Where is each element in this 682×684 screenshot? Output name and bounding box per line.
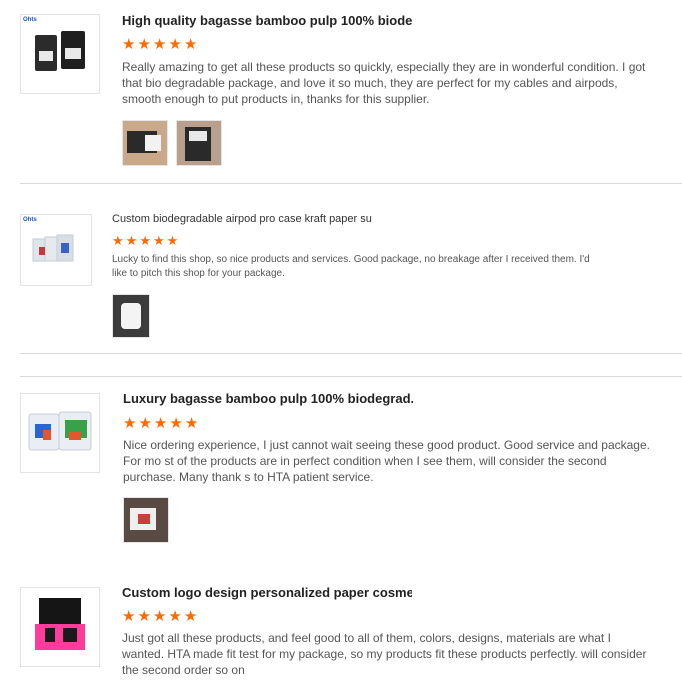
brand-logo: Ohts	[23, 17, 37, 23]
product-title[interactable]: Custom biodegradable airpod pro case kra…	[112, 213, 372, 225]
star-icon: ★	[153, 415, 168, 432]
pink-box-icon	[35, 598, 85, 650]
star-icon: ★	[137, 608, 151, 625]
review-item: Ohts Custom biodegradable airpod pro cas…	[0, 184, 682, 354]
review-photo[interactable]	[123, 497, 169, 543]
star-icon: ★	[125, 233, 138, 248]
review-text: Nice ordering experience, I just cannot …	[123, 438, 650, 484]
star-icon: ★	[139, 233, 151, 248]
star-icon: ★	[152, 233, 165, 248]
review-photo[interactable]	[112, 294, 150, 338]
product-thumbnail[interactable]	[20, 587, 100, 667]
star-rating: ★ ★ ★ ★ ★	[122, 37, 197, 52]
star-rating: ★ ★ ★ ★ ★	[123, 416, 198, 431]
star-icon: ★	[138, 415, 152, 432]
review-text: Just got all these products, and feel go…	[122, 631, 647, 677]
star-icon: ★	[137, 36, 151, 53]
photo-image	[177, 121, 221, 165]
product-title[interactable]: Luxury bagasse bamboo pulp 100% biodegra…	[123, 391, 413, 406]
star-icon: ★	[168, 608, 182, 625]
photo-image	[113, 295, 149, 337]
brand-logo: Ohts	[23, 217, 37, 223]
review-item: Luxury bagasse bamboo pulp 100% biodegra…	[0, 354, 682, 574]
star-icon: ★	[184, 415, 199, 432]
photo-image	[124, 498, 168, 542]
star-icon: ★	[169, 415, 183, 432]
star-icon: ★	[152, 608, 167, 625]
star-icon: ★	[112, 233, 124, 248]
product-thumbnail[interactable]: Ohts	[20, 14, 100, 94]
product-thumbnail[interactable]	[20, 393, 100, 473]
star-icon: ★	[183, 608, 198, 625]
colorful-box-icon	[28, 411, 92, 451]
star-icon: ★	[122, 608, 136, 625]
review-text: Lucky to find this shop, so nice product…	[112, 254, 590, 279]
star-icon: ★	[166, 233, 179, 248]
review-item: Custom logo design personalized paper co…	[0, 574, 682, 684]
review-text: Really amazing to get all these products…	[122, 60, 646, 106]
star-icon: ★	[183, 36, 198, 53]
star-icon: ★	[123, 415, 137, 432]
product-thumbnail[interactable]: Ohts	[20, 214, 92, 286]
product-title[interactable]: Custom logo design personalized paper co…	[122, 585, 412, 600]
product-title[interactable]: High quality bagasse bamboo pulp 100% bi…	[122, 13, 412, 28]
black-box-icon	[35, 31, 85, 71]
review-photo[interactable]	[176, 120, 222, 166]
star-rating: ★ ★ ★ ★ ★	[112, 234, 178, 247]
review-item: Ohts High quality bagasse bamboo pulp 10…	[0, 0, 682, 184]
star-icon: ★	[122, 36, 136, 53]
star-icon: ★	[168, 36, 182, 53]
clear-box-icon	[32, 234, 74, 262]
star-rating: ★ ★ ★ ★ ★	[122, 609, 197, 624]
divider	[20, 376, 682, 377]
review-photo[interactable]	[122, 120, 168, 166]
star-icon: ★	[152, 36, 167, 53]
photo-image	[123, 121, 167, 165]
